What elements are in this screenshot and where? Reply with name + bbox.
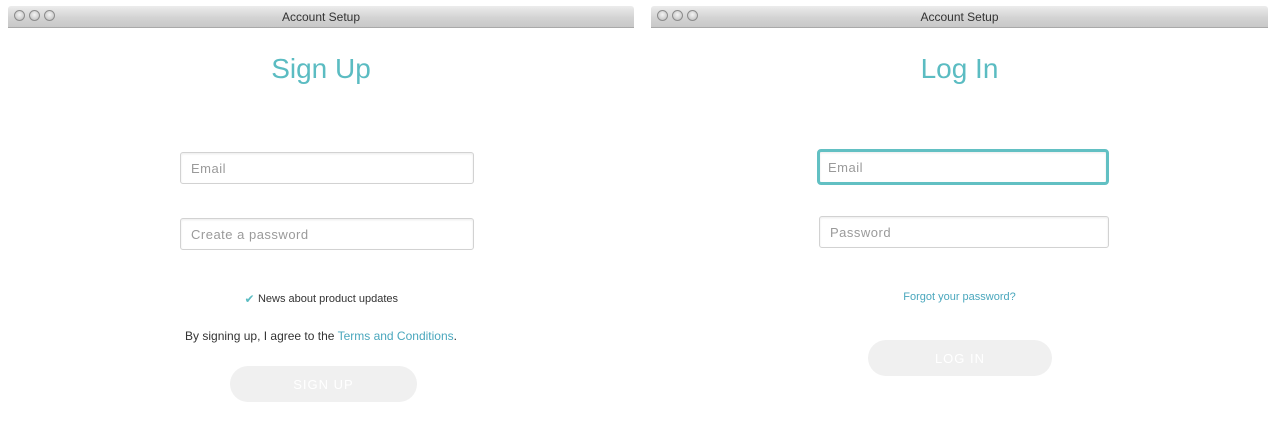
forgot-password-link[interactable]: Forgot your password?: [651, 291, 1268, 303]
news-checkbox-row[interactable]: ✔ News about product updates: [8, 293, 634, 305]
password-field[interactable]: [180, 218, 474, 250]
checkbox-check-icon[interactable]: ✔: [244, 293, 255, 305]
log-in-button[interactable]: LOG IN: [868, 340, 1052, 376]
titlebar: Account Setup: [651, 6, 1268, 28]
terms-text: By signing up, I agree to the Terms and …: [8, 329, 634, 343]
page-title: Log In: [920, 53, 999, 84]
signup-window: Account Setup Sign Up ✔News about produc…: [8, 6, 634, 420]
window-title: Account Setup: [281, 10, 361, 24]
sign-up-button[interactable]: SIGN UP: [230, 366, 417, 402]
email-field[interactable]: [817, 149, 1109, 185]
news-checkbox-label: News about product updates: [257, 293, 399, 305]
terms-prefix: By signing up, I agree to the: [185, 329, 338, 343]
titlebar: Account Setup: [8, 6, 634, 28]
login-window: Account Setup Log In Forgot your passwor…: [651, 6, 1268, 420]
email-field[interactable]: [180, 152, 474, 184]
window-title: Account Setup: [920, 10, 999, 24]
terms-suffix: .: [453, 329, 457, 343]
page-title: Sign Up: [271, 53, 371, 84]
terms-link[interactable]: Terms and Conditions: [338, 329, 454, 343]
password-field[interactable]: [819, 216, 1109, 248]
